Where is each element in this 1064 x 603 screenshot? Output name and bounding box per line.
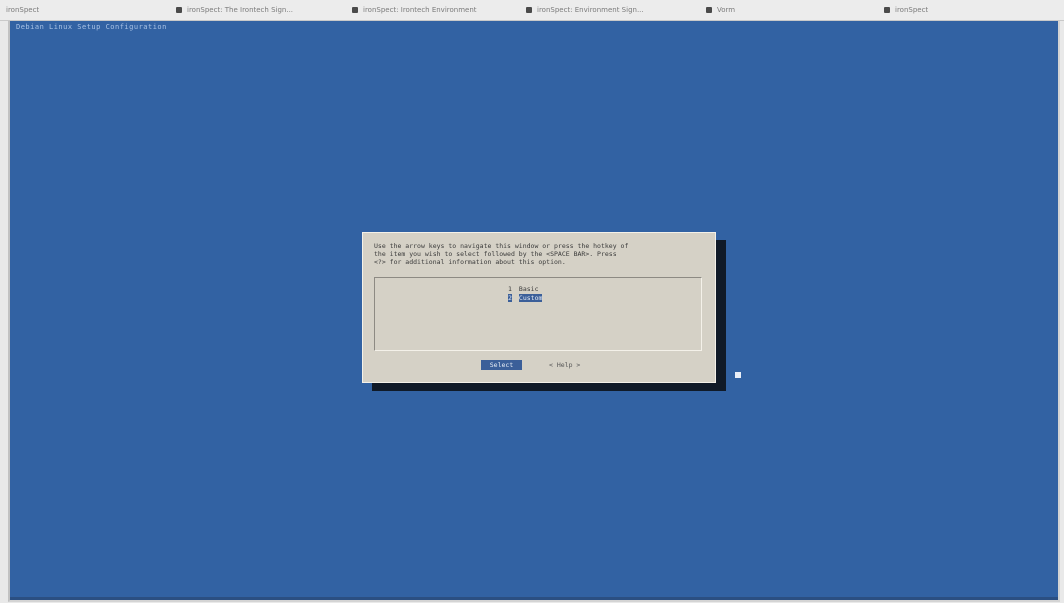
mouse-cursor (735, 372, 741, 378)
page-icon (706, 7, 712, 13)
page-icon (526, 7, 532, 13)
instruction-line: <?> for additional information about thi… (374, 258, 566, 266)
select-button[interactable]: Select (481, 360, 522, 370)
instruction-line: the item you wish to select followed by … (374, 250, 617, 258)
browser-tab-4[interactable]: ironSpect: Environment Sign... (526, 4, 691, 16)
page-icon (352, 7, 358, 13)
menu-item-label: Basic (518, 285, 539, 293)
browser-tab-1[interactable]: ironSpect (6, 4, 146, 16)
page-icon (884, 7, 890, 13)
backtitle: Debian Linux Setup Configuration (16, 23, 167, 31)
browser-tab-bar: ironSpect ironSpect: The Irontech Sign..… (0, 0, 1064, 21)
menu-item-basic[interactable]: 1 Basic (508, 285, 539, 293)
menu-list: 1 Basic 2 Custom (374, 277, 702, 351)
browser-tab-2[interactable]: ironSpect: The Irontech Sign... (176, 4, 336, 16)
tab-label: ironSpect: The Irontech Sign... (187, 6, 294, 14)
page-icon (176, 7, 182, 13)
tab-label: ironSpect (6, 6, 40, 14)
instruction-line: Use the arrow keys to navigate this wind… (374, 242, 629, 250)
menu-item-tag: 2 (508, 294, 512, 302)
browser-tab-5[interactable]: Vorm (706, 4, 826, 16)
menu-item-custom[interactable]: 2 Custom (508, 294, 543, 302)
help-button[interactable]: < Help > (549, 360, 580, 370)
browser-tab-6[interactable]: ironSpect (884, 4, 1044, 16)
tab-label: ironSpect: Environment Sign... (537, 6, 644, 14)
menu-dialog: Use the arrow keys to navigate this wind… (362, 232, 716, 383)
tab-label: ironSpect: Irontech Environment (363, 6, 477, 14)
browser-tab-3[interactable]: ironSpect: Irontech Environment (352, 4, 517, 16)
menu-item-tag: 1 (508, 285, 512, 293)
tab-label: ironSpect (895, 6, 929, 14)
dialog-instructions: Use the arrow keys to navigate this wind… (374, 242, 704, 266)
tab-label: Vorm (717, 6, 736, 14)
menu-item-label: Custom (518, 294, 543, 302)
terminal-bottom-strip (10, 597, 1058, 600)
